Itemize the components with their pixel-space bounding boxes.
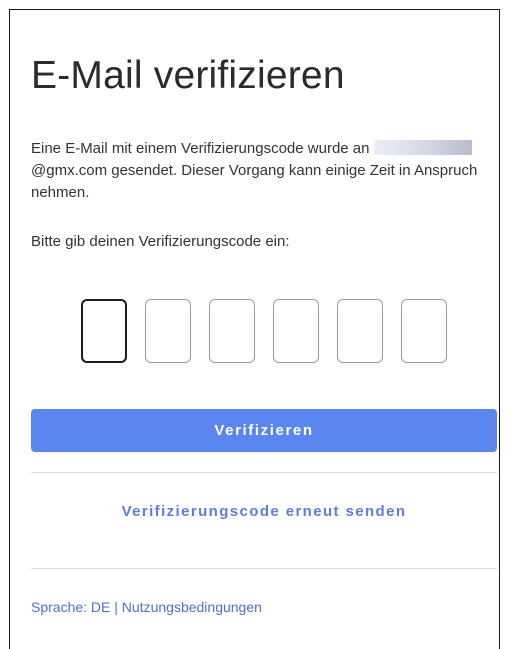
verify-button[interactable]: Verifizieren <box>31 409 497 452</box>
code-digit-4[interactable] <box>273 299 319 363</box>
email-domain-text: @gmx.com gesendet. Dieser Vorgang kann e… <box>31 162 478 201</box>
divider-top <box>31 472 497 473</box>
code-digit-1[interactable] <box>81 299 127 363</box>
redacted-email-user <box>373 140 472 155</box>
code-digit-5[interactable] <box>337 299 383 363</box>
description-text: Eine E-Mail mit einem Verifizierungscode… <box>31 140 370 157</box>
footer-separator: | <box>114 599 118 615</box>
code-prompt: Bitte gib deinen Verifizierungscode ein: <box>31 233 290 250</box>
resend-code-link[interactable]: Verifizierungscode erneut senden <box>31 503 497 520</box>
code-digit-6[interactable] <box>401 299 447 363</box>
page-title: E-Mail verifizieren <box>31 54 345 97</box>
verification-description: Eine E-Mail mit einem Verifizierungscode… <box>31 138 496 204</box>
divider-bottom <box>31 568 497 569</box>
code-digit-3[interactable] <box>209 299 255 363</box>
terms-link[interactable]: Nutzungsbedingungen <box>122 599 262 615</box>
language-link[interactable]: Sprache: DE <box>31 599 110 615</box>
footer: Sprache: DE | Nutzungsbedingungen <box>31 599 262 615</box>
code-digit-2[interactable] <box>145 299 191 363</box>
